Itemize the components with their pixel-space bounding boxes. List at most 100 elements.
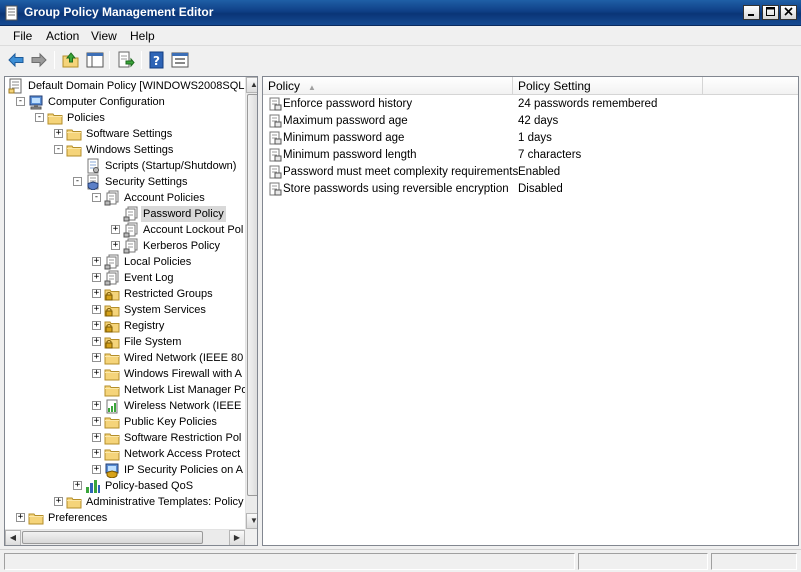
scroll-up-button[interactable]: ▲ xyxy=(246,77,257,93)
tree-node-local-policies[interactable]: + Local Policies xyxy=(5,254,245,270)
tree-node-windows-settings[interactable]: - Windows Settings xyxy=(5,142,245,158)
tree-node-restricted-groups[interactable]: + Restricted Groups xyxy=(5,286,245,302)
tree-node-account-policies[interactable]: - Account Policies xyxy=(5,190,245,206)
tree-node-label: Windows Settings xyxy=(86,144,174,156)
tree-node-account-lockout-pol[interactable]: + Account Lockout Pol xyxy=(5,222,245,238)
tree-node-scripts-startup-shutdown[interactable]: Scripts (Startup/Shutdown) xyxy=(5,158,245,174)
collapse-toggle[interactable]: - xyxy=(73,177,82,186)
policy-row[interactable]: Password must meet complexity requiremen… xyxy=(263,164,798,181)
expand-toggle[interactable]: + xyxy=(92,273,101,282)
close-icon xyxy=(784,7,793,16)
tree-node-kerberos-policy[interactable]: + Kerberos Policy xyxy=(5,238,245,254)
policy-row[interactable]: Maximum password age 42 days xyxy=(263,113,798,130)
expand-toggle[interactable]: + xyxy=(54,497,63,506)
back-button[interactable] xyxy=(6,50,26,70)
console-tree-pane[interactable]: Default Domain Policy [WINDOWS2008SQL2- C… xyxy=(4,76,258,546)
tree-node-label: Scripts (Startup/Shutdown) xyxy=(105,160,237,172)
tree-node-default-domain-policy-windows2008sql2[interactable]: Default Domain Policy [WINDOWS2008SQL2 xyxy=(5,78,251,94)
column-header-policy-setting[interactable]: Policy Setting xyxy=(513,77,703,95)
expand-toggle[interactable]: + xyxy=(92,449,101,458)
scroll-right-button[interactable]: ▶ xyxy=(229,530,245,545)
scroll-down-button[interactable]: ▼ xyxy=(246,513,257,529)
expand-toggle[interactable]: + xyxy=(92,289,101,298)
tree-node-policy-based-qos[interactable]: + Policy-based QoS xyxy=(5,478,245,494)
expand-toggle[interactable]: + xyxy=(73,481,82,490)
details-pane[interactable]: Policy ▲ Policy Setting Enforce password … xyxy=(262,76,799,546)
tree-node-event-log[interactable]: + Event Log xyxy=(5,270,245,286)
expand-toggle[interactable]: + xyxy=(111,225,120,234)
expand-toggle[interactable]: + xyxy=(92,369,101,378)
expand-toggle[interactable]: + xyxy=(92,337,101,346)
expand-toggle[interactable]: + xyxy=(92,321,101,330)
up-one-level-button[interactable] xyxy=(61,50,81,70)
folder-icon xyxy=(104,353,120,365)
tree-node-file-system[interactable]: + File System xyxy=(5,334,245,350)
tree-node-label: Network Access Protect xyxy=(124,448,241,460)
tree-node-network-list-manager-po[interactable]: Network List Manager Po xyxy=(5,382,248,398)
policy-name: Enforce password history xyxy=(283,98,413,110)
tree-vertical-scrollbar[interactable]: ▲ ▼ xyxy=(245,77,257,529)
policy-row[interactable]: Minimum password age 1 days xyxy=(263,130,798,147)
tree-node-computer-configuration[interactable]: - Computer Configuration xyxy=(5,94,245,110)
tree-node-label: Wired Network (IEEE 80 xyxy=(124,352,244,364)
wireless-icon xyxy=(106,399,118,414)
help-button[interactable]: ? xyxy=(147,50,167,70)
expand-toggle[interactable]: + xyxy=(111,241,120,250)
expand-toggle[interactable]: + xyxy=(92,417,101,426)
expand-toggle[interactable]: + xyxy=(54,129,63,138)
tree-node-label: Kerberos Policy xyxy=(143,240,221,252)
expand-toggle[interactable]: + xyxy=(16,513,25,522)
column-header-policy[interactable]: Policy ▲ xyxy=(263,77,513,95)
tree-node-software-restriction-pol[interactable]: + Software Restriction Pol xyxy=(5,430,245,446)
menu-file[interactable]: File xyxy=(13,29,32,43)
tree-node-wired-network-ieee-80[interactable]: + Wired Network (IEEE 80 xyxy=(5,350,245,366)
tree-node-windows-firewall-with-a[interactable]: + Windows Firewall with A xyxy=(5,366,245,382)
collapse-toggle[interactable]: - xyxy=(92,193,101,202)
properties-button[interactable] xyxy=(170,50,190,70)
policy-setting-value: 42 days xyxy=(518,115,559,127)
tree-node-label: Software Settings xyxy=(86,128,173,140)
expand-toggle[interactable]: + xyxy=(92,257,101,266)
tree-horizontal-scrollbar[interactable]: ◀ ▶ xyxy=(5,529,245,545)
tree-node-ip-security-policies-on-a[interactable]: + IP Security Policies on A xyxy=(5,462,245,478)
expand-toggle[interactable]: + xyxy=(92,433,101,442)
minimize-button[interactable] xyxy=(743,5,760,20)
toolbar: ? xyxy=(0,47,801,73)
expand-toggle[interactable]: + xyxy=(92,353,101,362)
policy-row[interactable]: Store passwords using reversible encrypt… xyxy=(263,181,798,198)
hscroll-thumb[interactable] xyxy=(22,531,203,544)
tree-node-policies[interactable]: - Policies xyxy=(5,110,245,126)
tree-node-password-policy[interactable]: Password Policy xyxy=(5,206,245,222)
title-bar: Group Policy Management Editor xyxy=(0,0,801,26)
tree-node-software-settings[interactable]: + Software Settings xyxy=(5,126,245,142)
expand-toggle[interactable]: + xyxy=(92,401,101,410)
tree-node-security-settings[interactable]: - Security Settings xyxy=(5,174,245,190)
export-list-button[interactable] xyxy=(116,50,136,70)
collapse-toggle[interactable]: - xyxy=(16,97,25,106)
tree-node-public-key-policies[interactable]: + Public Key Policies xyxy=(5,414,245,430)
collapse-toggle[interactable]: - xyxy=(54,145,63,154)
qos-chart-icon xyxy=(86,480,100,493)
status-panel-3 xyxy=(711,553,797,570)
menu-view[interactable]: View xyxy=(91,29,117,43)
tree-node-administrative-templates-policy[interactable]: + Administrative Templates: Policy xyxy=(5,494,245,510)
expand-toggle[interactable]: + xyxy=(92,465,101,474)
maximize-button[interactable] xyxy=(762,5,779,20)
policy-row[interactable]: Enforce password history 24 passwords rem… xyxy=(263,96,798,113)
tree-node-wireless-network-ieee[interactable]: + Wireless Network (IEEE xyxy=(5,398,245,414)
tree-node-network-access-protect[interactable]: + Network Access Protect xyxy=(5,446,245,462)
scroll-left-button[interactable]: ◀ xyxy=(5,530,21,545)
tree-node-registry[interactable]: + Registry xyxy=(5,318,245,334)
menu-help[interactable]: Help xyxy=(130,29,155,43)
policy-row[interactable]: Minimum password length 7 characters xyxy=(263,147,798,164)
menu-action[interactable]: Action xyxy=(46,29,79,43)
tree-node-label: Public Key Policies xyxy=(124,416,217,428)
expand-toggle[interactable]: + xyxy=(92,305,101,314)
scroll-thumb[interactable] xyxy=(247,94,257,496)
tree-node-preferences[interactable]: + Preferences xyxy=(5,510,245,526)
tree-node-system-services[interactable]: + System Services xyxy=(5,302,245,318)
forward-button[interactable] xyxy=(29,50,49,70)
close-button[interactable] xyxy=(780,5,797,20)
show-hide-tree-button[interactable] xyxy=(85,50,105,70)
collapse-toggle[interactable]: - xyxy=(35,113,44,122)
